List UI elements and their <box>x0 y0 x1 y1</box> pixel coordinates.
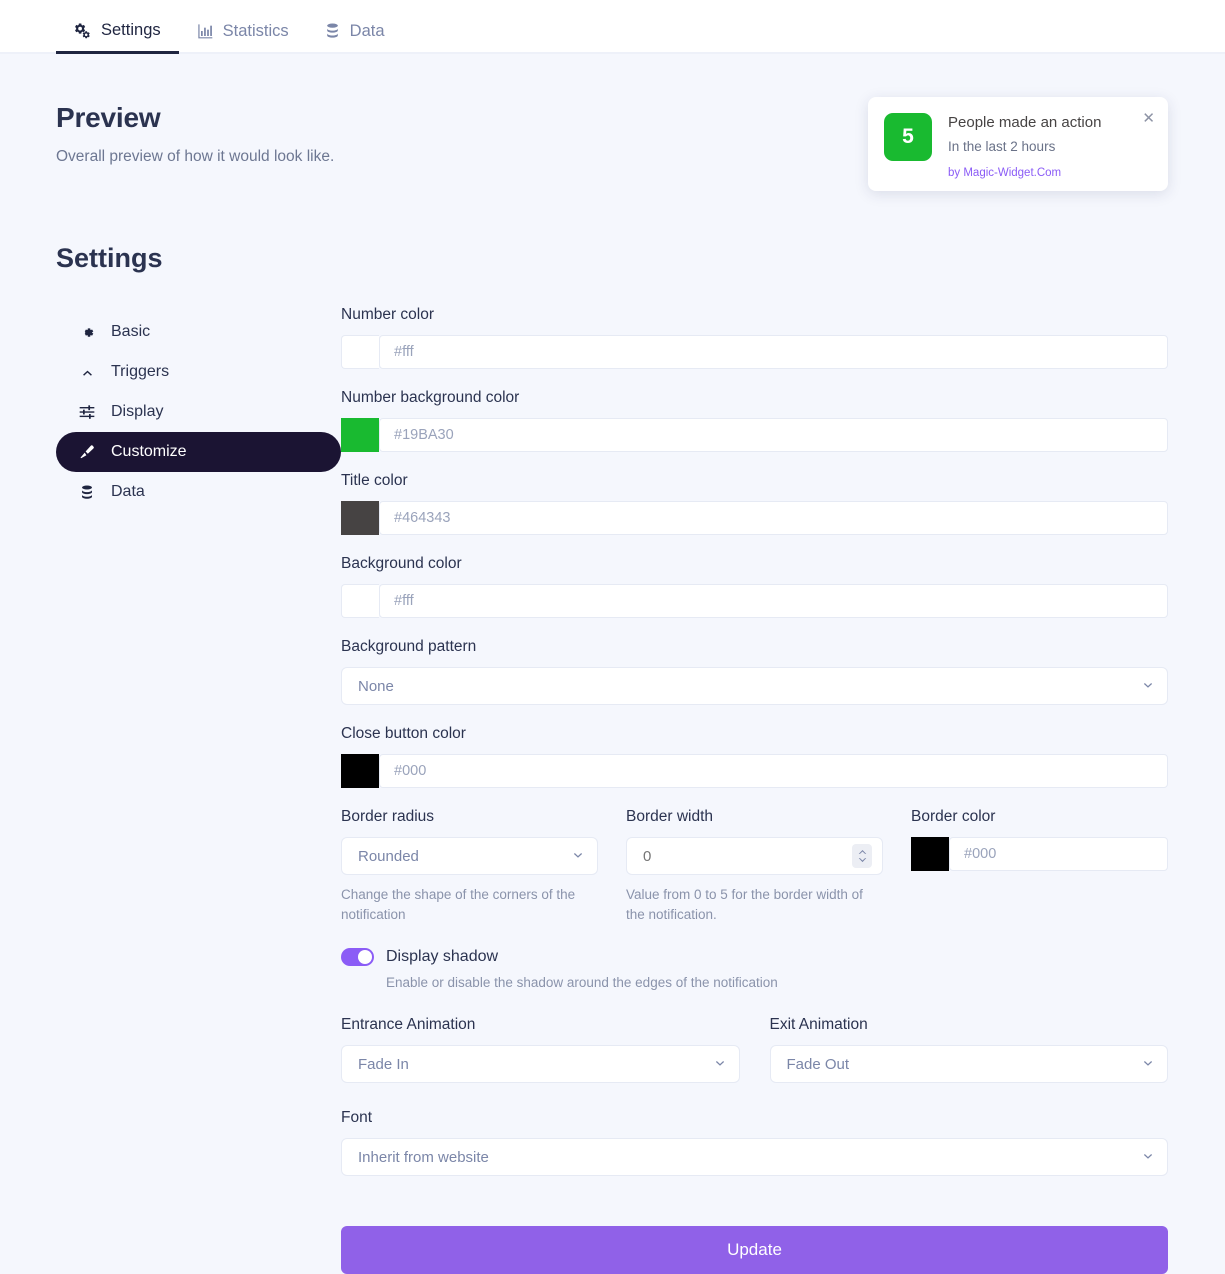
border-settings-row: Border radius Rounded Change the shape o… <box>341 808 1168 924</box>
display-shadow-toggle[interactable] <box>341 948 374 967</box>
gear-icon <box>78 325 96 340</box>
field-border-color: Border color <box>911 808 1168 924</box>
settings-sidebar: Basic Triggers Display Customize Data <box>56 306 341 1274</box>
page-subtitle: Overall preview of how it would look lik… <box>56 148 335 165</box>
sliders-icon <box>78 404 96 420</box>
color-swatch-number-color[interactable] <box>341 335 379 369</box>
close-button-color-input[interactable] <box>379 754 1168 788</box>
border-radius-select[interactable]: Rounded <box>341 837 598 875</box>
field-border-radius: Border radius Rounded Change the shape o… <box>341 808 598 924</box>
field-label: Background pattern <box>341 638 477 655</box>
settings-layout: Basic Triggers Display Customize Data Nu… <box>56 306 1169 1274</box>
border-width-input[interactable] <box>626 837 883 875</box>
select-wrapper: Fade Out <box>769 1045 1168 1084</box>
color-input-row <box>341 418 1168 452</box>
tab-settings[interactable]: Settings <box>56 21 179 54</box>
field-exit-animation: Exit Animation Fade Out <box>769 1016 1168 1084</box>
sidebar-item-data[interactable]: Data <box>56 472 341 512</box>
field-background-pattern: Background pattern None <box>341 638 1168 705</box>
number-color-input[interactable] <box>379 335 1168 369</box>
font-select[interactable]: Inherit from website <box>341 1138 1168 1177</box>
field-label: Exit Animation <box>769 1016 868 1034</box>
page-content: Preview Overall preview of how it would … <box>0 54 1225 1274</box>
color-input-row <box>341 584 1168 618</box>
select-wrapper: None <box>341 667 1168 705</box>
settings-heading: Settings <box>56 243 163 273</box>
field-entrance-animation: Entrance Animation Fade In <box>341 1016 740 1084</box>
field-label: Font <box>341 1109 373 1127</box>
sidebar-item-label: Data <box>111 483 145 500</box>
entrance-animation-select[interactable]: Fade In <box>341 1045 740 1084</box>
border-width-help: Value from 0 to 5 for the border width o… <box>626 887 863 922</box>
field-label: Number color <box>341 306 435 323</box>
field-number-color: Number color <box>341 306 1168 369</box>
border-color-input[interactable] <box>949 837 1168 871</box>
field-number-background-color: Number background color <box>341 389 1168 452</box>
field-label: Border color <box>911 808 996 825</box>
field-background-color: Background color <box>341 555 1168 618</box>
field-title-color: Title color <box>341 472 1168 535</box>
field-border-width: Border width Value from 0 to 5 for the b… <box>626 808 883 924</box>
sidebar-item-customize[interactable]: Customize <box>56 432 341 472</box>
field-close-button-color: Close button color <box>341 725 1168 788</box>
color-swatch-close-button-color[interactable] <box>341 754 379 788</box>
color-input-row <box>341 754 1168 788</box>
sidebar-item-label: Customize <box>111 443 187 460</box>
sidebar-item-label: Triggers <box>111 363 170 380</box>
field-display-shadow: Display shadow Enable or disable the sha… <box>341 948 1168 990</box>
field-label: Close button color <box>341 725 466 742</box>
toggle-knob <box>358 950 372 965</box>
select-wrapper: Rounded <box>341 837 598 875</box>
animation-settings-row: Entrance Animation Fade In Exit Animatio… <box>341 1016 1168 1084</box>
preview-section: Preview Overall preview of how it would … <box>56 54 1169 166</box>
select-wrapper: Fade In <box>341 1045 740 1084</box>
sidebar-item-display[interactable]: Display <box>56 392 341 432</box>
database-icon <box>325 23 340 39</box>
update-button[interactable]: Update <box>341 1226 1168 1274</box>
background-pattern-select[interactable]: None <box>341 667 1168 705</box>
display-shadow-help: Enable or disable the shadow around the … <box>386 975 778 991</box>
tab-statistics[interactable]: Statistics <box>179 21 307 53</box>
field-label: Border width <box>626 808 714 825</box>
sidebar-item-triggers[interactable]: Triggers <box>56 352 341 392</box>
color-swatch-number-background-color[interactable] <box>341 418 379 452</box>
color-input-row <box>911 837 1168 871</box>
color-swatch-background-color[interactable] <box>341 584 379 618</box>
brush-icon <box>78 444 96 460</box>
border-radius-help: Change the shape of the corners of the n… <box>341 887 576 922</box>
tab-data[interactable]: Data <box>307 21 403 53</box>
sidebar-item-label: Basic <box>111 323 151 340</box>
color-input-row <box>341 335 1168 369</box>
field-label: Border radius <box>341 808 435 825</box>
top-tab-bar: Settings Statistics Data <box>0 0 1225 54</box>
tab-data-label: Data <box>349 21 385 40</box>
page-title: Preview <box>56 102 161 133</box>
color-input-row <box>341 501 1168 535</box>
field-label: Number background color <box>341 389 520 406</box>
field-label: Title color <box>341 472 408 489</box>
color-swatch-border-color[interactable] <box>911 837 949 871</box>
number-input-wrapper <box>626 837 883 875</box>
number-stepper[interactable] <box>852 844 872 868</box>
select-wrapper: Inherit from website <box>341 1138 1168 1177</box>
background-color-input[interactable] <box>379 584 1168 618</box>
number-background-color-input[interactable] <box>379 418 1168 452</box>
cogs-icon <box>74 22 91 39</box>
sidebar-item-basic[interactable]: Basic <box>56 312 341 352</box>
display-shadow-label: Display shadow <box>386 948 499 966</box>
display-shadow-toggle-row: Display shadow <box>341 948 1168 967</box>
chevron-up-icon <box>78 366 96 379</box>
sidebar-item-label: Display <box>111 403 164 420</box>
bar-chart-icon <box>197 23 213 39</box>
field-label: Background color <box>341 555 462 572</box>
field-label: Entrance Animation <box>341 1016 476 1034</box>
database-icon <box>78 485 96 500</box>
tab-settings-label: Settings <box>101 21 161 40</box>
color-swatch-title-color[interactable] <box>341 501 379 535</box>
customize-form: Number color Number background color Tit… <box>341 306 1168 1274</box>
field-font: Font Inherit from website <box>341 1109 1168 1177</box>
title-color-input[interactable] <box>379 501 1168 535</box>
tab-statistics-label: Statistics <box>222 21 289 40</box>
exit-animation-select[interactable]: Fade Out <box>769 1045 1168 1084</box>
